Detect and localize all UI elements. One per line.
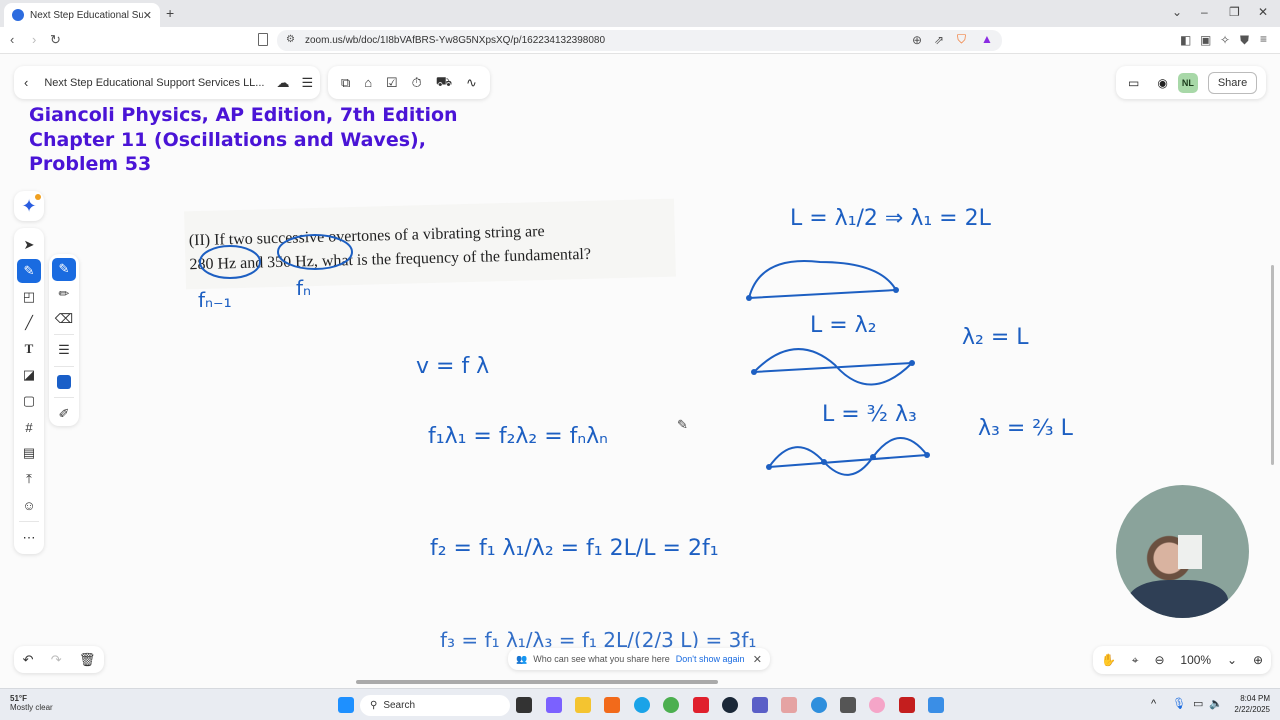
- undo-icon[interactable]: ↶: [23, 652, 34, 668]
- search-label: Search: [383, 700, 416, 711]
- equation-l-lambda2: L = λ₂: [810, 313, 877, 338]
- history-controls: ↶ ↷ 🗑: [14, 646, 104, 673]
- chrome-icon[interactable]: [663, 697, 679, 713]
- equation-lambda3: λ₃ = ²⁄₃ L: [978, 416, 1073, 441]
- zoom-controls: ✋ ⌖ ⊖ 100% ⌄ ⊕: [1093, 646, 1271, 674]
- equation-chain: f₁λ₁ = f₂λ₂ = fₙλₙ: [428, 424, 608, 449]
- tray-overflow-icon[interactable]: ^: [1151, 698, 1156, 710]
- redo-icon[interactable]: ↷: [51, 652, 62, 668]
- ink-node: [746, 295, 752, 301]
- ink-node: [893, 287, 899, 293]
- equation-wave: v = f λ: [416, 354, 490, 379]
- horizontal-scrollbar[interactable]: [356, 680, 718, 684]
- equation-lambda2: λ₂ = L: [962, 325, 1029, 350]
- calculator-icon[interactable]: [840, 697, 856, 713]
- equation-lambda1: L = λ₁/2 ⇒ λ₁ = 2L: [790, 206, 991, 231]
- zoom-level[interactable]: 100%: [1180, 653, 1211, 667]
- equation-f2: f₂ = f₁ λ₁/λ₂ = f₁ 2L/L = 2f₁: [430, 536, 719, 561]
- windows-taskbar: 51°F Mostly clear ⚲ Search ^ 🎙 ▭ 🔈 8:04 P…: [0, 688, 1280, 720]
- taskbar-search[interactable]: ⚲ Search: [360, 695, 510, 716]
- dont-show-again-link[interactable]: Don't show again: [676, 654, 745, 664]
- teams-icon[interactable]: [752, 697, 768, 713]
- locate-icon[interactable]: ⌖: [1132, 653, 1139, 668]
- clock-date: 2/22/2025: [1234, 705, 1270, 714]
- itunes-icon[interactable]: [869, 697, 885, 713]
- network-icon[interactable]: ▭: [1193, 697, 1203, 710]
- ink-string-mode-1: [748, 260, 898, 299]
- brave-taskbar-icon[interactable]: [604, 697, 620, 713]
- file-explorer-icon[interactable]: [575, 697, 591, 713]
- vertical-scrollbar[interactable]: [1271, 265, 1274, 465]
- share-visibility-notice: 👥 Who can see what you share here Don't …: [508, 648, 770, 670]
- microphone-icon[interactable]: 🎙: [1172, 697, 1186, 710]
- task-view-icon[interactable]: [516, 697, 532, 713]
- equation-l-lambda3: L = ³⁄₂ λ₃: [822, 402, 917, 427]
- zoom-in-icon[interactable]: ⊕: [1253, 653, 1263, 667]
- start-icon[interactable]: [338, 697, 354, 713]
- ink-node: [909, 360, 915, 366]
- ink-node: [870, 454, 876, 460]
- ink-node: [821, 459, 827, 465]
- webcam-presenter: [1128, 580, 1228, 618]
- app-icon[interactable]: [811, 697, 827, 713]
- pen-cursor-icon: ✎: [677, 417, 688, 432]
- weather-widget[interactable]: 51°F Mostly clear: [10, 694, 53, 712]
- edge-icon[interactable]: [634, 697, 650, 713]
- copilot-icon[interactable]: [546, 697, 562, 713]
- snipping-tool-icon[interactable]: [781, 697, 797, 713]
- close-notice-icon[interactable]: ✕: [753, 653, 762, 666]
- ink-node: [751, 369, 757, 375]
- ink-layer: [199, 234, 930, 476]
- zoom-dropdown-icon[interactable]: ⌄: [1227, 653, 1237, 667]
- label-f-n: fₙ: [296, 276, 312, 300]
- ink-node: [924, 452, 930, 458]
- presenter-webcam[interactable]: [1116, 485, 1249, 618]
- steam-icon[interactable]: [722, 697, 738, 713]
- weather-temp: 51°F: [10, 694, 27, 703]
- photos-icon[interactable]: [928, 697, 944, 713]
- webcam-background-whiteboard: [1178, 535, 1202, 569]
- search-icon: ⚲: [370, 700, 378, 711]
- people-icon: 👥: [516, 653, 528, 664]
- weather-desc: Mostly clear: [10, 703, 53, 712]
- system-clock[interactable]: 8:04 PM 2/22/2025: [1234, 693, 1270, 715]
- clock-time: 8:04 PM: [1240, 694, 1270, 703]
- ink-circle-280: [199, 245, 261, 279]
- quip-icon[interactable]: [693, 697, 709, 713]
- ink-string-mode-2: [753, 348, 915, 386]
- notice-text: Who can see what you share here: [533, 654, 670, 664]
- ink-string-mode-3: [768, 437, 929, 476]
- ink-node: [766, 464, 772, 470]
- zoom-out-icon[interactable]: ⊖: [1154, 653, 1164, 667]
- label-f-n-minus-1: fₙ₋₁: [198, 288, 232, 312]
- hand-tool-icon[interactable]: ✋: [1101, 653, 1116, 667]
- volume-icon[interactable]: 🔈: [1209, 697, 1223, 710]
- delete-icon[interactable]: 🗑: [79, 652, 96, 668]
- ink-circle-350: [277, 234, 353, 270]
- acrobat-icon[interactable]: [899, 697, 915, 713]
